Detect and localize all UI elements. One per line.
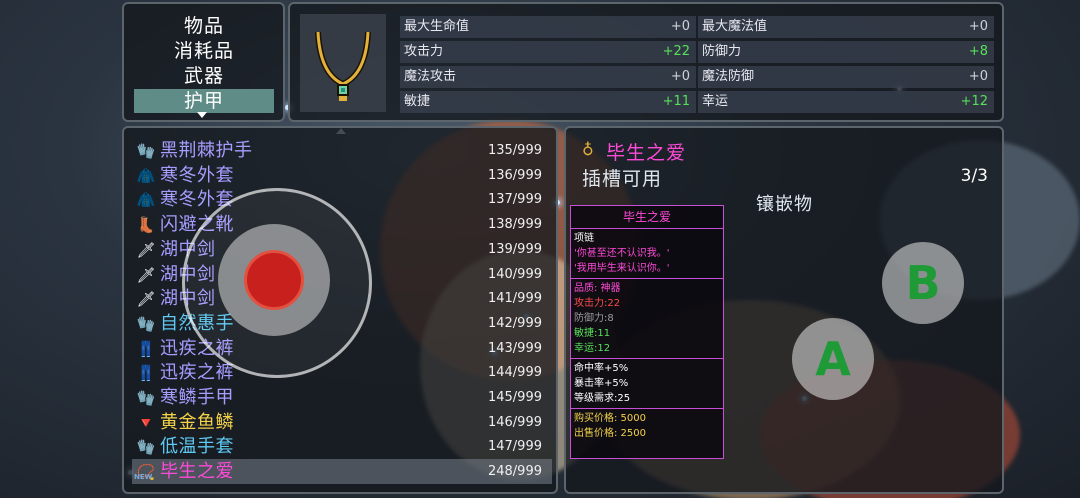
inventory-row[interactable]: 🧤 低温手套 147/999 — [132, 434, 552, 459]
item-count: 147/999 — [487, 439, 542, 455]
item-count: 143/999 — [487, 340, 542, 356]
item-count: 139/999 — [487, 241, 542, 257]
item-count: 138/999 — [487, 217, 542, 233]
inventory-row[interactable]: 🔻 黄金鱼鳞 146/999 — [132, 410, 552, 435]
stat-agility: 敏捷 +11 — [400, 91, 696, 113]
a-button[interactable]: A — [792, 318, 874, 400]
card-crit-rate: 暴击率+5% — [574, 378, 629, 389]
equipment-stats-panel: 最大生命值 +0 攻击力 +22 魔法攻击 +0 敏捷 +11 最大魔法值 +0… — [288, 2, 1004, 122]
item-count: 135/999 — [487, 143, 542, 158]
item-count: 136/999 — [487, 167, 542, 183]
category-items[interactable]: 物品 — [134, 14, 274, 38]
item-name: 低温手套 — [160, 436, 234, 458]
card-buy-price: 购买价格: 5000 — [574, 413, 646, 424]
card-level-req: 等级需求:25 — [574, 393, 631, 404]
item-count: 144/999 — [487, 365, 542, 381]
card-attack: 攻击力:22 — [574, 298, 621, 309]
stat-max-hp: 最大生命值 +0 — [400, 16, 696, 38]
inlay-label[interactable]: 镶嵌物 — [756, 190, 813, 216]
detail-item-title: 毕生之爱 — [606, 142, 687, 164]
boot-icon: 👢 — [136, 216, 156, 235]
card-agility: 敏捷:11 — [574, 328, 611, 339]
socket-count: 3/3 — [960, 166, 988, 186]
glove-icon: 🧤 — [136, 438, 156, 457]
scroll-down-indicator — [197, 112, 207, 118]
b-button[interactable]: B — [882, 242, 964, 324]
socket-available-label: 插槽可用 — [582, 168, 663, 190]
item-count: 146/999 — [487, 414, 542, 430]
item-name: 毕生之爱 — [160, 461, 234, 483]
item-count: 141/999 — [487, 291, 542, 307]
card-quality: 品质: 神器 — [574, 283, 621, 294]
category-consumables[interactable]: 消耗品 — [134, 39, 274, 63]
inventory-row[interactable]: 🧤 黑荆棘护手 135/999 — [132, 138, 552, 163]
card-luck: 幸运:12 — [574, 343, 611, 354]
necklace-icon: ♁ — [582, 140, 594, 159]
inventory-row[interactable]: 🧤 寒鳞手甲 145/999 — [132, 385, 552, 410]
item-count: 248/999 — [487, 464, 542, 480]
inventory-row[interactable]: 🧥 寒冬外套 136/999 — [132, 163, 552, 188]
card-quote-2: '我用毕生来认识你。' — [574, 263, 670, 274]
item-name: 黄金鱼鳞 — [160, 411, 234, 433]
card-defense: 防御力:8 — [574, 313, 614, 324]
joystick-knob[interactable] — [244, 250, 304, 310]
card-sell-price: 出售价格: 2500 — [574, 428, 646, 439]
item-count: 137/999 — [487, 192, 542, 208]
stat-magic-defense: 魔法防御 +0 — [698, 66, 994, 88]
item-tooltip-card: 毕生之爱 项链 '你甚至还不认识我。' '我用毕生来认识你。' 品质: 神器 攻… — [570, 205, 724, 459]
inventory-row[interactable]: 👖 迅疾之裤 144/999 — [132, 360, 552, 385]
coat-icon: 🧥 — [136, 166, 156, 185]
item-count: 145/999 — [487, 390, 542, 405]
card-title: 毕生之爱 — [571, 206, 723, 229]
card-type: 项链 — [574, 233, 594, 244]
inventory-row[interactable]: 🧥 寒冬外套 137/999 — [132, 187, 552, 212]
item-name: 迅疾之裤 — [160, 362, 234, 384]
leggings-icon: 👖 — [136, 339, 156, 358]
category-menu: 物品 消耗品 武器 护甲 — [122, 2, 285, 122]
item-name: 寒鳞手甲 — [160, 387, 234, 408]
item-count: 140/999 — [487, 266, 542, 282]
sword-icon: 🗡 — [136, 290, 156, 309]
necklace-icon — [315, 31, 371, 101]
card-hit-rate: 命中率+5% — [574, 363, 629, 374]
inventory-row[interactable]: 📿 NEW 毕生之爱 248/999 — [132, 459, 552, 485]
gauntlet-icon: 🧤 — [136, 389, 156, 407]
gauntlet-icon: 🧤 — [136, 142, 156, 160]
item-name: 寒冬外套 — [160, 164, 234, 186]
item-name: 黑荆棘护手 — [160, 140, 253, 161]
stat-magic-attack: 魔法攻击 +0 — [400, 66, 696, 88]
card-quote-1: '你甚至还不认识我。' — [574, 248, 670, 259]
category-armor[interactable]: 护甲 — [134, 89, 274, 113]
gauntlet-icon: 🧤 — [136, 314, 156, 333]
stat-attack: 攻击力 +22 — [400, 41, 696, 63]
coat-icon: 🧥 — [136, 191, 156, 210]
category-weapons[interactable]: 武器 — [134, 64, 274, 88]
scale-icon: 🔻 — [136, 413, 156, 432]
sword-icon: 🗡 — [136, 240, 156, 259]
stat-max-mp: 最大魔法值 +0 — [698, 16, 994, 38]
stat-defense: 防御力 +8 — [698, 41, 994, 63]
item-count: 142/999 — [487, 315, 542, 331]
stat-luck: 幸运 +12 — [698, 91, 994, 113]
equipped-item-icon-box — [300, 14, 386, 112]
new-badge: NEW — [134, 473, 153, 482]
sword-icon: 🗡 — [136, 265, 156, 284]
leggings-icon: 👖 — [136, 364, 156, 383]
